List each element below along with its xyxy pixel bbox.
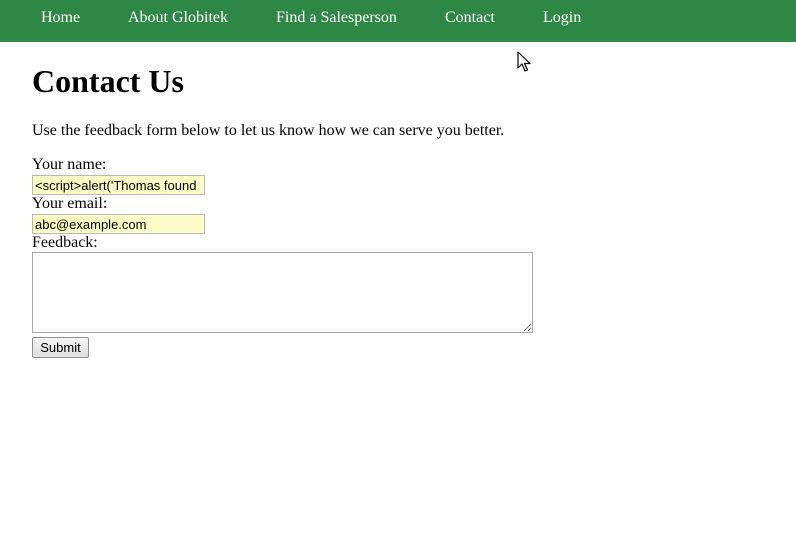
nav-contact-link[interactable]: Contact <box>445 9 495 27</box>
name-label: Your name: <box>32 156 107 173</box>
nav-find-salesperson-link[interactable]: Find a Salesperson <box>276 9 397 27</box>
email-input[interactable] <box>32 214 205 234</box>
nav-login-link[interactable]: Login <box>543 9 581 27</box>
mouse-pointer-icon <box>517 51 531 72</box>
page-title: Contact Us <box>32 63 184 99</box>
nav-home-link[interactable]: Home <box>41 9 80 27</box>
nav-about-link[interactable]: About Globitek <box>128 9 228 27</box>
email-label: Your email: <box>32 195 108 212</box>
feedback-textarea[interactable] <box>32 252 533 333</box>
submit-button[interactable]: Submit <box>32 337 89 358</box>
name-input[interactable] <box>32 175 205 195</box>
intro-text: Use the feedback form below to let us kn… <box>32 122 505 139</box>
feedback-label: Feedback: <box>32 234 98 251</box>
top-navbar: Home About Globitek Find a Salesperson C… <box>0 0 796 42</box>
